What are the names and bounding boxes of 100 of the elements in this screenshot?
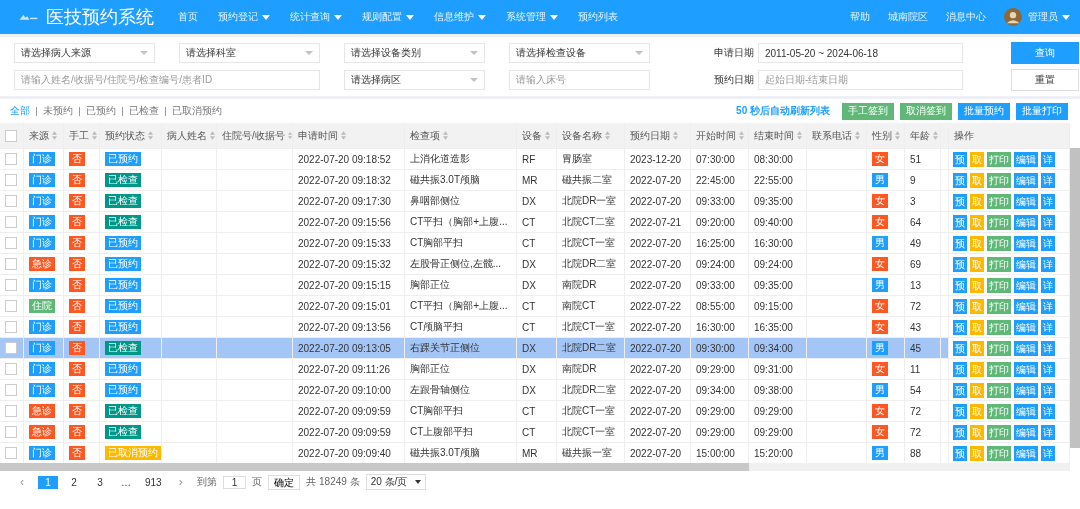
action-button[interactable]: 编辑 — [1014, 235, 1038, 251]
date-range-field[interactable]: 起始日期-结束日期 — [758, 70, 963, 90]
action-button[interactable]: 打印 — [987, 445, 1011, 461]
column-header[interactable]: 操作 — [954, 128, 974, 143]
action-button[interactable]: 打印 — [987, 214, 1011, 230]
checkbox[interactable] — [5, 195, 17, 207]
sort-icon[interactable] — [287, 131, 292, 140]
action-button[interactable]: 取 — [970, 256, 984, 272]
sort-icon[interactable] — [341, 131, 346, 140]
sort-icon[interactable] — [210, 131, 215, 140]
action-button[interactable]: 详 — [1041, 235, 1055, 251]
action-button[interactable]: 预 — [953, 403, 967, 419]
action-button[interactable]: 预 — [953, 424, 967, 440]
table-row[interactable]: 门诊 否 已预约 2022-07-20 09:18:52 上消化道造影 RF 胃肠室 2023-12-20 07:30:00 08:30:00 女 51 预 取 打印 编辑 详 — [0, 148, 1070, 169]
table-row[interactable]: 门诊 否 已检查 2022-07-20 09:13:05 右踝关节正侧位 DX 北院DR二室 2022-07-20 09:30:00 09:34:00 男 45 预 取 打印 编辑 详 — [0, 337, 1070, 358]
checkbox[interactable] — [5, 279, 17, 291]
toolbar-button[interactable]: 手工签到 — [842, 102, 894, 120]
column-header[interactable]: 病人姓名 — [167, 128, 207, 143]
select-field[interactable]: 请选择科室 — [179, 43, 320, 63]
action-button[interactable]: 预 — [953, 193, 967, 209]
checkbox[interactable] — [5, 216, 17, 228]
reset-button[interactable]: 重置 — [1011, 69, 1079, 91]
column-header[interactable]: 性别 — [872, 128, 892, 143]
action-button[interactable]: 预 — [953, 382, 967, 398]
action-button[interactable]: 编辑 — [1014, 172, 1038, 188]
table-row[interactable]: 门诊 否 已检查 2022-07-20 09:18:32 磁共振3.0T颅脑 MR 磁共振二室 2022-07-20 22:45:00 22:55:00 男 9 预 取 打印 编辑 详 — [0, 169, 1070, 190]
sort-icon[interactable] — [443, 131, 448, 140]
toolbar-button[interactable]: 取消签到 — [900, 102, 952, 120]
action-button[interactable]: 详 — [1041, 298, 1055, 314]
action-button[interactable]: 打印 — [987, 319, 1011, 335]
action-button[interactable]: 打印 — [987, 382, 1011, 398]
column-header[interactable]: 联系电话 — [812, 128, 852, 143]
page-input[interactable]: 1 — [222, 475, 247, 489]
select-field[interactable]: 请选择病人来源 — [14, 43, 155, 63]
table-row[interactable]: 急诊 否 已检查 2022-07-20 09:09:59 CT胸部平扫 CT 北院CT一室 2022-07-20 09:29:00 09:29:00 女 72 预 取 打印 编辑 详 — [0, 400, 1070, 421]
action-button[interactable]: 取 — [970, 319, 984, 335]
column-header[interactable]: 检查项 — [410, 128, 440, 143]
sort-icon[interactable] — [92, 131, 97, 140]
column-header[interactable]: 开始时间 — [696, 128, 736, 143]
page-button[interactable]: 1 — [38, 475, 58, 489]
column-header[interactable]: 设备名称 — [562, 128, 602, 143]
sort-icon[interactable] — [797, 131, 802, 140]
action-button[interactable]: 编辑 — [1014, 214, 1038, 230]
search-button[interactable]: 查询 — [1011, 42, 1079, 64]
checkbox[interactable] — [5, 237, 17, 249]
sort-icon[interactable] — [673, 131, 678, 140]
sort-icon[interactable] — [52, 131, 57, 140]
header-link[interactable]: 帮助 — [850, 10, 870, 24]
action-button[interactable]: 取 — [970, 340, 984, 356]
action-button[interactable]: 详 — [1041, 319, 1055, 335]
checkbox[interactable] — [5, 363, 17, 375]
column-header[interactable]: 住院号/收据号 — [222, 128, 285, 143]
action-button[interactable]: 详 — [1041, 172, 1055, 188]
action-button[interactable]: 详 — [1041, 214, 1055, 230]
table-row[interactable]: 门诊 否 已预约 2022-07-20 09:11:26 胸部正位 DX 南院DR 2022-07-20 09:29:00 09:31:00 女 11 预 取 打印 编辑 详 — [0, 358, 1070, 379]
next-page-button[interactable]: › — [170, 474, 191, 490]
action-button[interactable]: 预 — [953, 214, 967, 230]
sort-icon[interactable] — [739, 131, 744, 140]
nav-item[interactable]: 预约列表 — [578, 10, 618, 24]
user-menu[interactable]: 管理员 — [1028, 10, 1070, 24]
action-button[interactable]: 编辑 — [1014, 193, 1038, 209]
action-button[interactable]: 取 — [970, 151, 984, 167]
sort-icon[interactable] — [148, 131, 153, 140]
action-button[interactable]: 编辑 — [1014, 403, 1038, 419]
column-header[interactable]: 预约状态 — [105, 128, 145, 143]
action-button[interactable]: 详 — [1041, 277, 1055, 293]
action-button[interactable]: 预 — [953, 151, 967, 167]
checkbox[interactable] — [5, 405, 17, 417]
select-field[interactable]: 请选择设备类别 — [344, 43, 485, 63]
select-field[interactable]: 请选择病区 — [344, 70, 485, 90]
column-header[interactable]: 申请时间 — [298, 128, 338, 143]
nav-item[interactable]: 系统管理 — [506, 10, 558, 24]
input-field[interactable]: 请输入姓名/收据号/住院号/检查编号/患者ID — [14, 70, 320, 90]
sort-icon[interactable] — [933, 131, 938, 140]
sort-icon[interactable] — [855, 131, 860, 140]
action-button[interactable]: 打印 — [987, 277, 1011, 293]
column-header[interactable]: 预约日期 — [630, 128, 670, 143]
action-button[interactable]: 编辑 — [1014, 424, 1038, 440]
action-button[interactable]: 编辑 — [1014, 256, 1038, 272]
action-button[interactable]: 预 — [953, 445, 967, 461]
checkbox[interactable] — [5, 384, 17, 396]
action-button[interactable]: 编辑 — [1014, 340, 1038, 356]
column-header[interactable]: 来源 — [29, 128, 49, 143]
confirm-button[interactable]: 确定 — [268, 474, 301, 490]
vertical-scrollbar[interactable] — [1070, 148, 1080, 448]
action-button[interactable]: 详 — [1041, 340, 1055, 356]
input-field[interactable]: 请输入床号 — [509, 70, 650, 90]
page-button[interactable]: 2 — [64, 475, 84, 489]
action-button[interactable]: 取 — [970, 214, 984, 230]
action-button[interactable]: 打印 — [987, 340, 1011, 356]
date-range-field[interactable]: 2011-05-20 ~ 2024-06-18 — [758, 43, 963, 63]
action-button[interactable]: 编辑 — [1014, 382, 1038, 398]
action-button[interactable]: 预 — [953, 340, 967, 356]
table-row[interactable]: 急诊 否 已检查 2022-07-20 09:09:59 CT上腹部平扫 CT 北院CT一室 2022-07-20 09:29:00 09:29:00 女 72 预 取 打印 编辑 详 — [0, 421, 1070, 442]
action-button[interactable]: 编辑 — [1014, 151, 1038, 167]
previous-page-button[interactable]: ‹ — [12, 474, 32, 490]
status-tab[interactable]: 已取消预约 — [172, 104, 222, 118]
page-size-select[interactable]: 20 条/页 — [365, 474, 427, 490]
checkbox[interactable] — [5, 321, 17, 333]
action-button[interactable]: 打印 — [987, 193, 1011, 209]
